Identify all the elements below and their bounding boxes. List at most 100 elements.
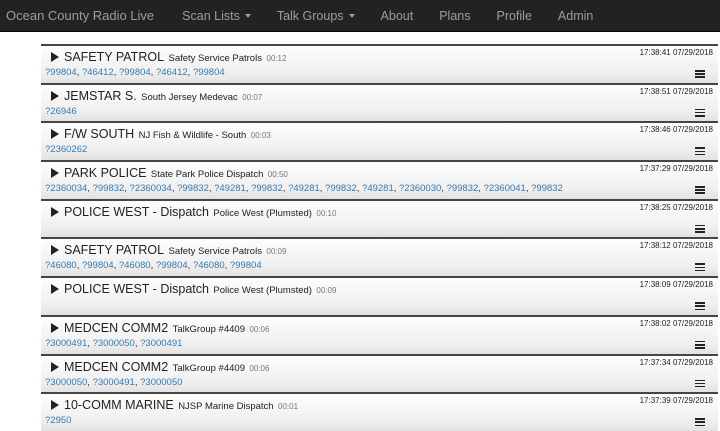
list-icon[interactable] bbox=[695, 147, 705, 156]
call-duration: 00:09 bbox=[266, 247, 287, 257]
talkgroup-description: Safety Service Patrols bbox=[168, 53, 262, 64]
nav-plans[interactable]: Plans bbox=[439, 9, 470, 23]
talkgroup-description: Police West (Plumsted) bbox=[213, 207, 312, 219]
call-title: F/W SOUTH NJ Fish & Wildlife - South 00:… bbox=[64, 125, 271, 143]
call-row: 10-COMM MARINE NJSP Marine Dispatch 00:0… bbox=[41, 392, 718, 431]
call-row: POLICE WEST - Dispatch Police West (Plum… bbox=[41, 198, 718, 238]
unit-link[interactable]: ?3000491 bbox=[93, 377, 135, 388]
unit-link[interactable]: ?99832 bbox=[93, 183, 125, 194]
call-title: JEMSTAR S. South Jersey Medevac 00:07 bbox=[64, 87, 262, 105]
list-icon[interactable] bbox=[695, 302, 705, 311]
call-duration: 00:10 bbox=[316, 208, 337, 218]
unit-link[interactable]: ?3000491 bbox=[140, 338, 182, 349]
unit-link[interactable]: ?3000050 bbox=[140, 377, 182, 388]
talkgroup-name[interactable]: F/W SOUTH bbox=[64, 127, 134, 141]
unit-link[interactable]: ?3000050 bbox=[93, 338, 135, 349]
call-duration: 00:06 bbox=[249, 363, 270, 373]
call-title: SAFETY PATROL Safety Service Patrols 00:… bbox=[64, 241, 286, 259]
nav-admin[interactable]: Admin bbox=[558, 9, 593, 23]
call-timestamp: 17:37:29 07/29/2018 bbox=[639, 164, 713, 174]
play-icon[interactable] bbox=[51, 168, 59, 179]
talkgroup-name[interactable]: JEMSTAR S. bbox=[64, 89, 137, 103]
nav-profile[interactable]: Profile bbox=[496, 9, 531, 23]
nav-scan-lists[interactable]: Scan Lists bbox=[182, 9, 251, 23]
list-icon[interactable] bbox=[695, 418, 705, 427]
list-icon[interactable] bbox=[695, 263, 705, 272]
talkgroup-description: Police West (Plumsted) bbox=[213, 285, 312, 297]
unit-link[interactable]: ?99804 bbox=[82, 260, 114, 271]
call-duration: 00:07 bbox=[242, 92, 263, 102]
unit-link[interactable]: ?2360262 bbox=[45, 144, 87, 155]
talkgroup-name[interactable]: 10-COMM MARINE bbox=[64, 398, 174, 412]
unit-link[interactable]: ?99804 bbox=[230, 260, 262, 271]
unit-link[interactable]: ?49281 bbox=[362, 183, 394, 194]
play-icon[interactable] bbox=[51, 90, 59, 101]
play-icon[interactable] bbox=[51, 284, 59, 295]
unit-link[interactable]: ?99804 bbox=[156, 260, 188, 271]
unit-link[interactable]: ?3000491 bbox=[45, 338, 87, 349]
play-icon[interactable] bbox=[51, 129, 59, 140]
chevron-down-icon bbox=[244, 14, 251, 19]
play-icon[interactable] bbox=[51, 322, 59, 333]
list-icon[interactable] bbox=[695, 224, 705, 233]
nav-about[interactable]: About bbox=[381, 9, 414, 23]
talkgroup-description: TalkGroup #4409 bbox=[172, 362, 245, 374]
unit-link[interactable]: ?99804 bbox=[119, 67, 151, 78]
call-row: JEMSTAR S. South Jersey Medevac 00:07 17:… bbox=[41, 82, 718, 122]
list-icon[interactable] bbox=[695, 186, 705, 195]
unit-list: ?3000491, ?3000050, ?3000491 bbox=[45, 338, 182, 349]
unit-link[interactable]: ?46412 bbox=[156, 67, 188, 78]
unit-link[interactable]: ?99832 bbox=[325, 183, 357, 194]
unit-link[interactable]: ?49281 bbox=[214, 183, 246, 194]
call-timestamp: 17:38:51 07/29/2018 bbox=[639, 86, 713, 96]
call-list: SAFETY PATROL Safety Service Patrols 00:… bbox=[41, 44, 718, 431]
call-row: PARK POLICE State Park Police Dispatch 0… bbox=[41, 160, 718, 199]
unit-link[interactable]: ?26946 bbox=[45, 106, 77, 117]
talkgroup-name[interactable]: POLICE WEST - Dispatch bbox=[64, 205, 209, 219]
nav-scan-lists-label: Scan Lists bbox=[182, 8, 240, 23]
call-duration: 00:03 bbox=[250, 131, 271, 141]
unit-link[interactable]: ?99804 bbox=[193, 67, 225, 78]
talkgroup-description: NJ Fish & Wildlife - South bbox=[138, 130, 247, 142]
talkgroup-name[interactable]: POLICE WEST - Dispatch bbox=[64, 282, 209, 296]
unit-link[interactable]: ?46412 bbox=[82, 67, 114, 78]
call-row: MEDCEN COMM2 TalkGroup #4409 00:06 17:38:… bbox=[41, 314, 718, 354]
talkgroup-name[interactable]: SAFETY PATROL bbox=[64, 243, 164, 257]
play-icon[interactable] bbox=[51, 206, 59, 217]
call-timestamp: 17:38:41 07/29/2018 bbox=[639, 48, 713, 57]
unit-link[interactable]: ?3000050 bbox=[45, 377, 87, 388]
talkgroup-name[interactable]: SAFETY PATROL bbox=[64, 50, 164, 64]
unit-link[interactable]: ?99832 bbox=[177, 183, 209, 194]
talkgroup-name[interactable]: PARK POLICE bbox=[64, 166, 146, 180]
call-row: SAFETY PATROL Safety Service Patrols 00:… bbox=[41, 237, 718, 277]
unit-link[interactable]: ?46080 bbox=[193, 260, 225, 271]
list-icon[interactable] bbox=[695, 379, 705, 388]
call-timestamp: 17:38:09 07/29/2018 bbox=[639, 280, 713, 290]
unit-link[interactable]: ?2360034 bbox=[45, 183, 87, 194]
call-row: SAFETY PATROL Safety Service Patrols 00:… bbox=[41, 44, 718, 83]
unit-link[interactable]: ?2360030 bbox=[399, 183, 441, 194]
call-title: SAFETY PATROL Safety Service Patrols 00:… bbox=[64, 48, 286, 66]
list-icon[interactable] bbox=[695, 70, 705, 78]
list-icon[interactable] bbox=[695, 108, 705, 117]
unit-link[interactable]: ?46080 bbox=[119, 260, 151, 271]
unit-link[interactable]: ?49281 bbox=[288, 183, 320, 194]
call-duration: 00:06 bbox=[249, 324, 270, 334]
play-icon[interactable] bbox=[51, 361, 59, 372]
unit-link[interactable]: ?2360041 bbox=[484, 183, 526, 194]
talkgroup-name[interactable]: MEDCEN COMM2 bbox=[64, 360, 168, 374]
nav-talk-groups[interactable]: Talk Groups bbox=[277, 9, 355, 23]
play-icon[interactable] bbox=[51, 400, 59, 411]
unit-list: ?99804, ?46412, ?99804, ?46412, ?99804 bbox=[45, 67, 225, 78]
unit-link[interactable]: ?99832 bbox=[447, 183, 479, 194]
unit-link[interactable]: ?46080 bbox=[45, 260, 77, 271]
unit-link[interactable]: ?2360034 bbox=[130, 183, 172, 194]
play-icon[interactable] bbox=[51, 245, 59, 256]
play-icon[interactable] bbox=[51, 52, 59, 62]
brand-link[interactable]: Ocean County Radio Live bbox=[0, 8, 154, 23]
unit-link[interactable]: ?99832 bbox=[251, 183, 283, 194]
unit-link[interactable]: ?99804 bbox=[45, 67, 77, 78]
list-icon[interactable] bbox=[695, 340, 705, 349]
unit-link[interactable]: ?99832 bbox=[531, 183, 563, 194]
talkgroup-name[interactable]: MEDCEN COMM2 bbox=[64, 321, 168, 335]
